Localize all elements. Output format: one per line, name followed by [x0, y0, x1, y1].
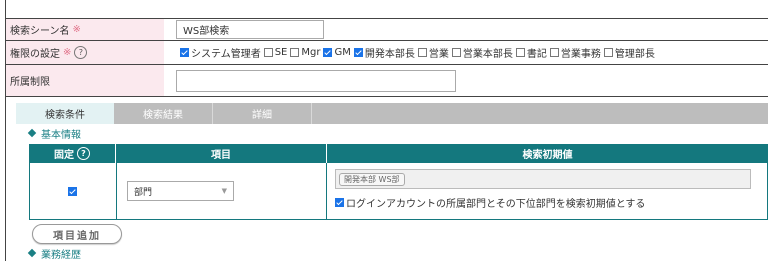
permission-option[interactable]: 営業本部長 — [451, 45, 513, 60]
scene-name-value: WS部検索 — [183, 26, 230, 37]
section-basic-info: 基本情報 — [26, 125, 81, 141]
permission-checkbox[interactable] — [549, 48, 559, 57]
permission-option[interactable]: システム管理者 — [180, 45, 261, 60]
permission-label: 書記 — [526, 49, 547, 60]
table-header: 固定 ? 項目 検索初期値 — [29, 144, 768, 163]
header-initial-value: 検索初期値 — [327, 144, 768, 163]
permission-label: 管理部長 — [614, 49, 655, 60]
affiliation-label-cell: 所属制限 — [5, 65, 165, 97]
department-tag: 開発本部 WS部 — [339, 172, 405, 186]
tab-search-results[interactable]: 検索結果 — [114, 103, 213, 124]
affiliation-cell — [164, 65, 768, 97]
permission-label: 開発本部長 — [364, 49, 415, 60]
permission-option[interactable]: 開発本部長 — [353, 45, 415, 60]
diamond-icon — [27, 248, 37, 258]
permission-label: Mgr — [301, 47, 321, 58]
diamond-icon — [27, 128, 37, 138]
table-row: 部門 ▼ 開発本部 WS部 ログインアカウントの所属部門とその下位部門を検索初期… — [29, 163, 768, 220]
section-basic-title: 基本情報 — [41, 129, 81, 141]
permission-option[interactable]: Mgr — [290, 47, 320, 58]
permission-checkbox[interactable] — [353, 48, 363, 57]
help-icon[interactable]: ? — [77, 147, 90, 160]
permission-label: 権限の設定 — [10, 49, 60, 60]
permission-checkbox[interactable] — [180, 48, 189, 57]
permission-label: システム管理者 — [191, 49, 261, 60]
permission-cell: システム管理者 SE Mgr GM 開発本部長 営業 営業本部長 書記 営業事務 管理部長 — [164, 41, 768, 65]
include-sub-option[interactable]: ログインアカウントの所属部門とその下位部門を検索初期値とする — [335, 195, 767, 210]
permission-option[interactable]: GM — [323, 47, 351, 58]
add-item-button[interactable]: 項目追加 — [32, 224, 122, 244]
affiliation-label: 所属制限 — [10, 77, 50, 88]
include-sub-label: ログインアカウントの所属部門とその下位部門を検索初期値とする — [346, 199, 646, 210]
permission-label: GM — [334, 47, 351, 58]
fixed-checkbox[interactable] — [67, 186, 77, 196]
required-mark: ※ — [63, 47, 72, 58]
permission-checkbox[interactable] — [263, 48, 273, 57]
permission-option[interactable]: 書記 — [515, 45, 547, 60]
permission-option[interactable]: 管理部長 — [603, 45, 655, 60]
header-item: 項目 — [116, 144, 327, 163]
item-select[interactable]: 部門 ▼ — [127, 181, 234, 201]
header-fixed: 固定 ? — [29, 144, 116, 163]
section-career-title: 業務経歴 — [41, 249, 81, 261]
scene-name-label-cell: 検索シーン名 ※ — [5, 18, 165, 41]
scene-name-input[interactable]: WS部検索 — [176, 20, 324, 39]
permission-option[interactable]: 営業 — [417, 45, 449, 60]
permission-option[interactable]: 営業事務 — [549, 45, 601, 60]
scene-name-cell: WS部検索 — [164, 18, 768, 41]
permission-checkbox[interactable] — [417, 48, 427, 57]
tab-details[interactable]: 詳細 — [213, 103, 312, 124]
permission-label-cell: 権限の設定 ※ ? — [5, 41, 165, 65]
permission-label: SE — [274, 47, 288, 58]
required-mark: ※ — [72, 24, 81, 35]
permission-checkbox[interactable] — [290, 48, 300, 57]
permission-checkbox[interactable] — [603, 48, 613, 57]
help-icon[interactable]: ? — [74, 46, 88, 59]
permission-checkbox[interactable] — [515, 48, 525, 57]
permission-checkbox[interactable] — [451, 48, 461, 57]
row-item-cell: 部門 ▼ — [117, 163, 327, 219]
scene-name-label: 検索シーン名 — [10, 26, 70, 37]
item-select-value: 部門 — [134, 187, 153, 198]
permission-checkbox[interactable] — [323, 48, 333, 57]
permission-label: 営業事務 — [560, 49, 601, 60]
initial-value-box[interactable]: 開発本部 WS部 — [335, 169, 751, 189]
chevron-down-icon: ▼ — [221, 187, 227, 195]
row-initial-cell: 開発本部 WS部 ログインアカウントの所属部門とその下位部門を検索初期値とする — [327, 163, 767, 219]
permission-checkbox-list: システム管理者 SE Mgr GM 開発本部長 営業 営業本部長 書記 営業事務 管理部長 — [180, 45, 658, 60]
permission-label: 営業本部長 — [462, 49, 513, 60]
include-sub-checkbox[interactable] — [335, 198, 344, 207]
permission-option[interactable]: SE — [263, 47, 288, 58]
tab-search-conditions[interactable]: 検索条件 — [16, 103, 114, 124]
permission-label: 営業 — [428, 49, 449, 60]
section-career: 業務経歴 — [26, 246, 81, 261]
row-fixed-cell — [30, 163, 117, 219]
affiliation-input[interactable] — [176, 69, 456, 92]
